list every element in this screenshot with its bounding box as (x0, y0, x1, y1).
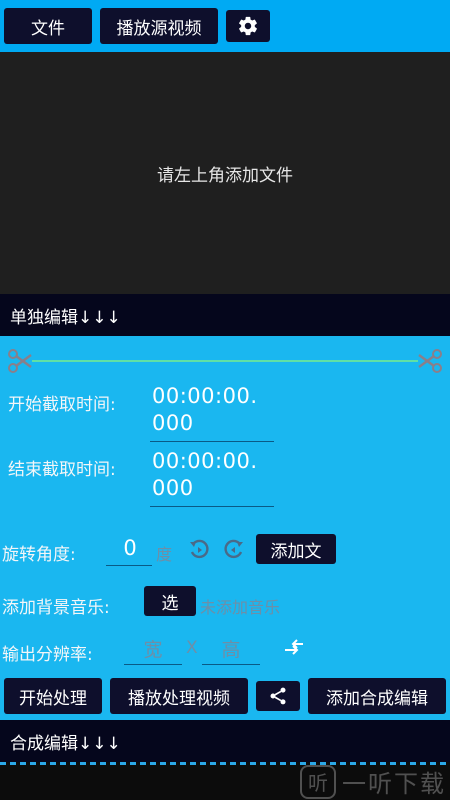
select-music-button[interactable]: 选 (144, 586, 196, 616)
resolution-separator: X (186, 638, 198, 658)
end-time-underline (150, 506, 274, 507)
rotate-label: 旋转角度: (2, 545, 76, 565)
rotate-left-icon[interactable] (187, 538, 211, 562)
play-source-video-label: 播放源视频 (116, 18, 202, 39)
start-time-value-line2: 000 (152, 411, 194, 435)
add-merge-edit-button[interactable]: 添加合成编辑 (308, 678, 446, 714)
music-status: 未添加音乐 (200, 598, 281, 617)
rotate-angle-underline (106, 565, 152, 566)
resolution-width-underline (124, 664, 182, 665)
rotate-angle-input[interactable]: 0 (112, 536, 148, 560)
single-edit-title: 单独编辑↓↓↓ (10, 307, 121, 328)
file-button-label: 文件 (31, 18, 65, 39)
start-time-underline (150, 441, 274, 442)
select-music-label: 选 (161, 593, 179, 614)
start-process-label: 开始处理 (19, 688, 87, 709)
settings-button[interactable] (226, 10, 270, 42)
edit-panel: 开始截取时间: 00:00:00. 000 结束截取时间: 00:00:00. … (0, 336, 450, 718)
single-edit-header: 单独编辑↓↓↓ (0, 294, 450, 336)
share-button[interactable] (256, 681, 300, 711)
merge-edit-header: 合成编辑↓↓↓ (0, 720, 450, 762)
watermark-text: 一听下载 (342, 770, 446, 798)
resolution-width-input[interactable]: 宽 (124, 635, 182, 662)
rotate-right-icon[interactable] (222, 538, 246, 562)
end-time-value-line2: 000 (152, 476, 194, 500)
top-toolbar: 文件 播放源视频 (0, 0, 450, 52)
gear-icon (239, 16, 257, 36)
play-source-video-button[interactable]: 播放源视频 (100, 8, 218, 44)
scissors-icon-left[interactable] (8, 348, 32, 374)
watermark-logo: 听 (300, 764, 336, 799)
merge-edit-title: 合成编辑↓↓↓ (10, 733, 121, 754)
add-text-button[interactable]: 添加文 (256, 534, 336, 564)
resolution-height-underline (202, 664, 260, 665)
start-time-label: 开始截取时间: (8, 395, 116, 415)
play-processed-video-button[interactable]: 播放处理视频 (110, 678, 248, 714)
resolution-height-input[interactable]: 高 (202, 635, 260, 662)
add-text-label: 添加文 (270, 541, 322, 562)
start-process-button[interactable]: 开始处理 (4, 678, 102, 714)
end-time-value-line1: 00:00:00. (152, 449, 258, 473)
watermark: 听 一听下载 (300, 764, 446, 799)
swap-arrows-icon[interactable] (282, 636, 306, 660)
file-button[interactable]: 文件 (4, 8, 92, 44)
trim-timeline[interactable] (8, 348, 442, 374)
merge-list-area: 听 一听下载 (0, 762, 450, 800)
video-preview[interactable]: 请左上角添加文件 (0, 52, 450, 294)
rotate-unit: 度 (156, 545, 173, 564)
share-icon (270, 687, 286, 705)
timeline-track (32, 360, 418, 362)
end-time-input[interactable]: 00:00:00. 000 (152, 448, 276, 502)
bg-music-label: 添加背景音乐: (2, 598, 110, 618)
resolution-label: 输出分辨率: (2, 645, 93, 665)
add-merge-edit-label: 添加合成编辑 (326, 688, 428, 709)
start-time-input[interactable]: 00:00:00. 000 (152, 383, 276, 437)
play-processed-label: 播放处理视频 (128, 688, 230, 709)
scissors-icon-right[interactable] (418, 348, 442, 374)
end-time-label: 结束截取时间: (8, 460, 116, 480)
start-time-value-line1: 00:00:00. (152, 384, 258, 408)
preview-hint: 请左上角添加文件 (157, 165, 293, 186)
